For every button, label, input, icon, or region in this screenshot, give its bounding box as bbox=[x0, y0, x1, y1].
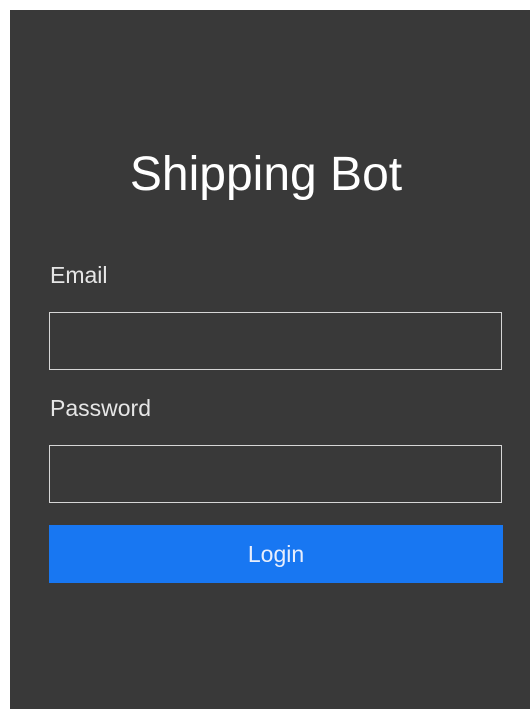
app-title: Shipping Bot bbox=[129, 148, 403, 201]
password-label: Password bbox=[50, 395, 151, 421]
login-window: Shipping Bot Email Password Login bbox=[10, 10, 530, 709]
password-field[interactable] bbox=[49, 445, 502, 503]
email-field[interactable] bbox=[49, 312, 502, 370]
login-button[interactable]: Login bbox=[49, 525, 503, 583]
email-label: Email bbox=[50, 262, 108, 288]
